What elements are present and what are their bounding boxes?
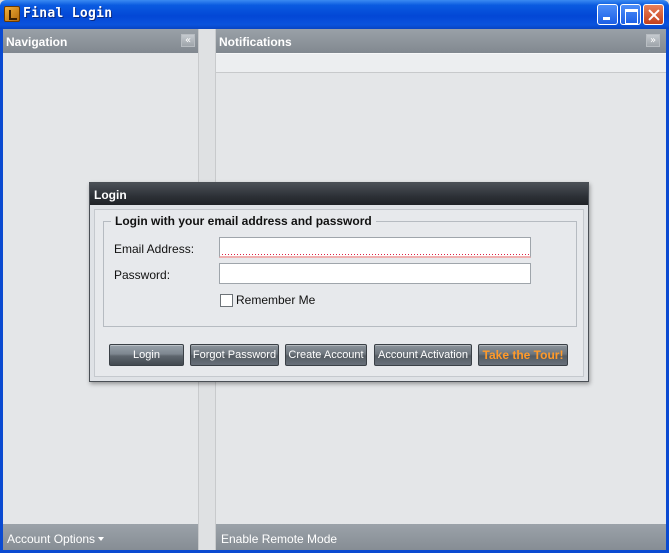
close-icon[interactable]: [643, 4, 664, 25]
expand-right-icon[interactable]: »: [646, 34, 660, 47]
enable-remote-mode-label: Enable Remote Mode: [221, 532, 338, 546]
app-logo-icon: [4, 6, 20, 22]
login-dialog-body: Login with your email address and passwo…: [94, 209, 584, 377]
password-field[interactable]: [219, 263, 531, 284]
maximize-icon[interactable]: [620, 4, 641, 25]
email-label: Email Address:: [114, 242, 195, 256]
minimize-icon[interactable]: [597, 4, 618, 25]
navigation-title: Navigation: [6, 35, 68, 49]
notifications-toolbar: [216, 53, 666, 73]
enable-remote-mode-link[interactable]: Enable Remote Mode: [216, 524, 666, 550]
dropdown-caret-icon: [98, 537, 105, 541]
login-button[interactable]: Login: [109, 344, 184, 366]
account-activation-button[interactable]: Account Activation: [374, 344, 472, 366]
remember-me-label[interactable]: Remember Me: [236, 293, 315, 307]
login-dialog-title[interactable]: Login: [90, 183, 588, 205]
login-dialog: Login Login with your email address and …: [89, 182, 589, 382]
login-fieldset-legend: Login with your email address and passwo…: [111, 214, 376, 228]
email-field[interactable]: [219, 237, 531, 258]
collapse-left-icon[interactable]: «: [181, 34, 195, 47]
login-fieldset: Login with your email address and passwo…: [103, 214, 577, 327]
forgot-password-button[interactable]: Forgot Password: [190, 344, 279, 366]
create-account-button[interactable]: Create Account: [285, 344, 367, 366]
take-the-tour-button[interactable]: Take the Tour!: [478, 344, 568, 366]
navigation-header: Navigation: [3, 29, 198, 53]
account-options-menu[interactable]: Account Options: [3, 524, 198, 550]
account-options-label: Account Options: [7, 532, 96, 546]
password-label: Password:: [114, 268, 171, 282]
window-titlebar[interactable]: Final Login: [0, 0, 669, 29]
notifications-header: Notifications: [216, 29, 666, 53]
notifications-title: Notifications: [219, 35, 292, 49]
remember-me-checkbox[interactable]: [220, 294, 233, 307]
window-title: Final Login: [23, 6, 113, 21]
